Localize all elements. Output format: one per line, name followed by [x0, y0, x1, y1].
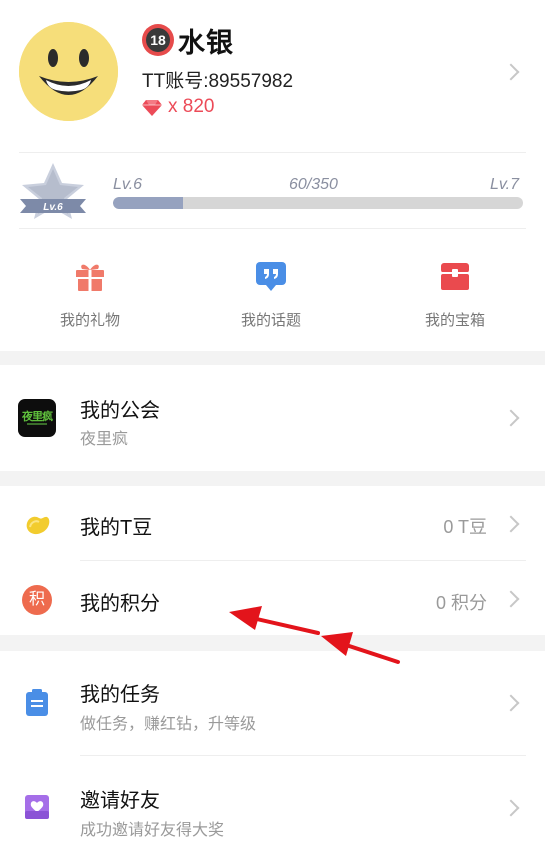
guild-name: 夜里疯	[80, 431, 129, 448]
invite-envelope-icon	[25, 795, 49, 819]
quick-item-label: 我的宝箱	[424, 312, 485, 329]
diamond-balance: x 820	[142, 96, 214, 118]
quick-item-gifts[interactable]: 我的礼物	[0, 229, 180, 351]
points-icon-char: 积	[28, 591, 45, 608]
guild-logo-underline	[27, 423, 47, 425]
tbean-value: 0 T豆	[443, 517, 487, 537]
chevron-right-icon	[502, 799, 520, 817]
gift-icon	[76, 264, 104, 291]
profile-header[interactable]: 18 水银 TT账号:89557982 x 820	[0, 0, 545, 152]
quick-item-treasure[interactable]: 我的宝箱	[365, 229, 545, 351]
account-id: TT账号:89557982	[142, 71, 294, 92]
tbean-title: 我的T豆	[80, 517, 153, 539]
age-18-badge-icon: 18	[142, 24, 174, 56]
section-gap	[0, 351, 545, 365]
invite-subtitle: 成功邀请好友得大奖	[80, 822, 225, 839]
chevron-right-icon	[502, 694, 520, 712]
points-title: 我的积分	[80, 593, 160, 615]
tasks-title: 我的任务	[80, 684, 160, 706]
quick-item-label: 我的礼物	[59, 312, 120, 329]
invite-row[interactable]: 邀请好友 成功邀请好友得大奖	[0, 756, 545, 858]
diamond-count: x 820	[168, 96, 215, 117]
level-progress-bar	[113, 197, 523, 209]
guild-logo: 夜里疯	[18, 399, 56, 437]
chevron-right-icon	[502, 590, 520, 608]
clipboard-icon	[26, 689, 48, 716]
age-badge-text: 18	[146, 28, 170, 52]
level-star-icon: Lv.6	[20, 163, 86, 219]
points-row[interactable]: 积 我的积分 0 积分	[0, 561, 545, 635]
smiley-face-icon	[19, 22, 118, 121]
level-progress-text: 60/350	[289, 176, 338, 193]
section-gap	[0, 471, 545, 486]
level-progress-fill	[113, 197, 184, 209]
chevron-right-icon	[502, 63, 520, 81]
quick-item-label: 我的话题	[240, 312, 301, 329]
tbean-row[interactable]: 我的T豆 0 T豆	[0, 486, 545, 560]
guild-title: 我的公会	[80, 400, 160, 422]
avatar[interactable]	[19, 22, 118, 121]
chevron-right-icon	[502, 515, 520, 533]
user-name: 水银	[178, 27, 234, 58]
red-diamond-icon	[142, 99, 162, 116]
invite-title: 邀请好友	[80, 790, 160, 812]
next-level: Lv.7	[489, 176, 519, 193]
tasks-subtitle: 做任务，赚红钻，升等级	[80, 716, 257, 733]
points-icon: 积	[22, 585, 52, 615]
chevron-right-icon	[502, 409, 520, 427]
section-gap	[0, 635, 545, 651]
quick-item-topics[interactable]: 我的话题	[181, 229, 361, 351]
treasure-chest-icon	[441, 263, 469, 290]
guild-row[interactable]: 夜里疯 我的公会 夜里疯	[0, 365, 545, 471]
tasks-row[interactable]: 我的任务 做任务，赚红钻，升等级	[0, 651, 545, 755]
guild-logo-text: 夜里疯	[22, 411, 53, 423]
level-star-label: Lv.6	[43, 202, 63, 213]
bean-icon	[26, 516, 50, 535]
current-level: Lv.6	[113, 176, 143, 193]
topic-icon	[256, 262, 286, 291]
quick-actions: 我的礼物 我的话题 我的宝箱	[0, 229, 545, 351]
points-value: 0 积分	[435, 593, 487, 613]
level-progress[interactable]: Lv.6 Lv.6 60/350 Lv.7	[0, 153, 545, 228]
